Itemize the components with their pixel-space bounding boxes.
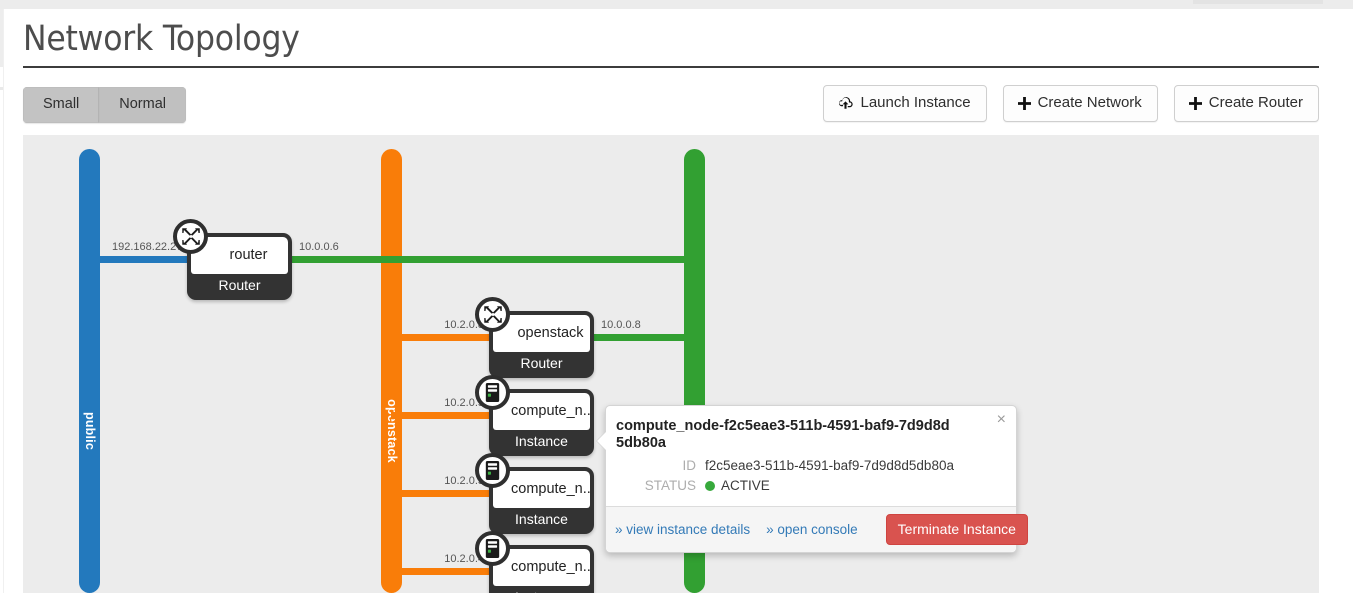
button-label: Create Network bbox=[1037, 94, 1142, 111]
status-dot-icon bbox=[705, 481, 715, 491]
network-bar-public[interactable]: public bbox=[79, 149, 100, 593]
router-icon[interactable] bbox=[475, 297, 510, 332]
topology-node-router[interactable]: router Router bbox=[173, 219, 292, 300]
browser-chrome-strip bbox=[0, 0, 1353, 9]
ip-label-left: 10.2.0.5 bbox=[444, 397, 484, 409]
topology-node-router[interactable]: openstack Router bbox=[475, 297, 594, 378]
popup-tail bbox=[597, 432, 606, 450]
popup-row-key: ID bbox=[682, 458, 697, 473]
network-bar-openstack[interactable]: openstack bbox=[381, 149, 402, 593]
popup-detail-rows: ID f2c5eae3-511b-4591-baf9-7d9d8d5db80a ST… bbox=[616, 456, 1002, 496]
ip-label-left: 192.168.22.27 bbox=[112, 241, 183, 253]
topology-canvas[interactable]: × compute_node-f2c5eae3-511b-4591-baf9-7… bbox=[23, 135, 1319, 593]
popup-row: ID f2c5eae3-511b-4591-baf9-7d9d8d5db80a bbox=[616, 456, 1002, 476]
network-label: public bbox=[82, 412, 97, 451]
popup-footer: » view instance details » open console T… bbox=[606, 506, 1028, 552]
topology-size-toggle[interactable]: Small Normal bbox=[23, 87, 186, 123]
node-type: Instance bbox=[515, 433, 568, 449]
topology-node-instance[interactable]: compute_n..Instance bbox=[475, 453, 594, 534]
ip-label-left: 10.2.0.4 bbox=[444, 553, 484, 565]
popup-row-value: f2c5eae3-511b-4591-baf9-7d9d8d5db80a bbox=[705, 458, 954, 473]
size-toggle-normal[interactable]: Normal bbox=[99, 87, 186, 123]
create-router-button[interactable]: Create Router bbox=[1173, 85, 1319, 122]
server-icon[interactable] bbox=[475, 375, 510, 410]
instance-detail-popup[interactable]: × compute_node-f2c5eae3-511b-4591-baf9-7… bbox=[597, 405, 1028, 553]
left-rail-nub bbox=[0, 9, 3, 67]
network-link-left[interactable] bbox=[89, 256, 199, 263]
terminate-instance-button[interactable]: Terminate Instance bbox=[885, 514, 1028, 545]
network-link-right[interactable] bbox=[287, 256, 696, 263]
browser-tab-hint bbox=[1193, 0, 1323, 4]
open-console-link[interactable]: » open console bbox=[766, 522, 858, 537]
network-link-left[interactable] bbox=[391, 568, 501, 575]
close-icon[interactable]: × bbox=[997, 412, 1006, 428]
node-type: Router bbox=[218, 277, 261, 293]
network-link-left[interactable] bbox=[391, 334, 501, 341]
ip-label-left: 10.2.0.8 bbox=[444, 319, 484, 331]
node-type: Instance bbox=[493, 586, 590, 593]
create-network-button[interactable]: Create Network bbox=[1002, 85, 1158, 122]
network-link-left[interactable] bbox=[391, 412, 501, 419]
router-icon[interactable] bbox=[173, 219, 208, 254]
status-text: ACTIVE bbox=[721, 478, 770, 493]
launch-instance-button[interactable]: Launch Instance bbox=[823, 85, 987, 122]
topology-node-instance[interactable]: compute_n..Instance bbox=[475, 375, 594, 456]
node-type: Instance bbox=[515, 511, 568, 527]
ip-label-right: 10.0.0.8 bbox=[601, 319, 641, 331]
title-divider bbox=[23, 66, 1319, 68]
network-link-right[interactable] bbox=[589, 334, 696, 341]
network-link-left[interactable] bbox=[391, 490, 501, 497]
ip-label-left: 10.2.0.3 bbox=[444, 475, 484, 487]
server-icon[interactable] bbox=[475, 531, 510, 566]
plus-icon bbox=[1017, 96, 1031, 110]
node-type: Router bbox=[520, 355, 563, 371]
network-label: openstack bbox=[384, 399, 399, 464]
toolbar-actions: Launch Instance Create Network Create Rout… bbox=[823, 85, 1319, 122]
size-toggle-small[interactable]: Small bbox=[23, 87, 100, 123]
plus-icon bbox=[1188, 96, 1202, 110]
popup-row: STATUS ACTIVE bbox=[616, 476, 1002, 496]
page-title: Network Topology bbox=[23, 19, 300, 59]
popup-body: × compute_node-f2c5eae3-511b-4591-baf9-7… bbox=[606, 406, 1016, 506]
ip-label-right: 10.0.0.6 bbox=[299, 241, 339, 253]
server-icon[interactable] bbox=[475, 453, 510, 488]
popup-row-value: ACTIVE bbox=[705, 476, 770, 496]
popup-heading: compute_node-f2c5eae3-511b-4591-baf9-7d9… bbox=[616, 418, 950, 451]
topology-node-instance[interactable]: compute_n..Instance bbox=[475, 531, 594, 593]
button-label: Launch Instance bbox=[860, 94, 971, 111]
page-body: Network Topology Small Normal Launch Inst… bbox=[0, 9, 1353, 593]
button-label: Create Router bbox=[1208, 94, 1303, 111]
cloud-upload-icon bbox=[838, 96, 854, 110]
view-instance-details-link[interactable]: » view instance details bbox=[615, 522, 750, 537]
toolbar: Small Normal Launch Instance Create Networ… bbox=[0, 71, 1353, 133]
popup-row-key: STATUS bbox=[644, 478, 696, 493]
